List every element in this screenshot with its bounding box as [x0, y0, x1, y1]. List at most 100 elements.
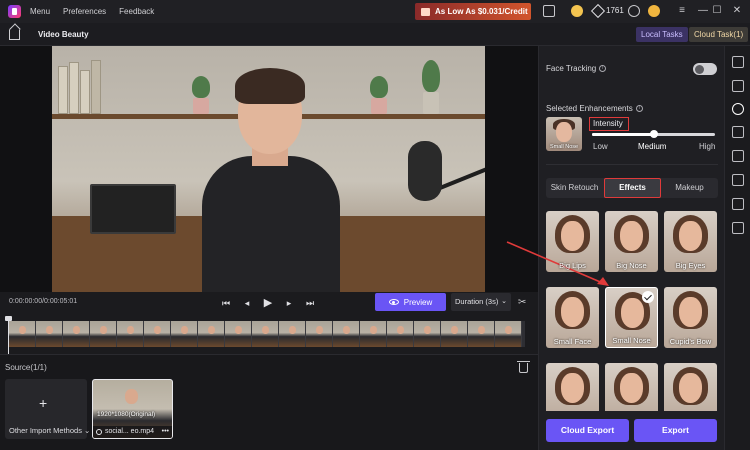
timeline-frame — [387, 321, 414, 347]
skip-start-icon[interactable]: ⏮ — [221, 298, 231, 308]
effect-face — [561, 297, 584, 327]
effect-small-face[interactable]: Small Face — [546, 287, 599, 348]
export-button[interactable]: Export — [634, 419, 717, 442]
trash-icon[interactable] — [517, 361, 530, 373]
eraser-tool-icon[interactable] — [732, 174, 744, 186]
video-tool-icon[interactable] — [732, 56, 744, 68]
page-title: Video Beauty — [38, 30, 89, 39]
tab-skin-retouch[interactable]: Skin Retouch — [546, 178, 603, 198]
timeline-frame — [333, 321, 360, 347]
timeline-frame — [36, 321, 63, 347]
info-icon[interactable]: i — [635, 105, 643, 113]
effect-face — [620, 221, 643, 251]
playhead[interactable] — [5, 316, 12, 354]
effect-big-lips[interactable]: Big Lips — [546, 211, 599, 272]
pen-tool-icon[interactable] — [732, 150, 744, 162]
tab-makeup[interactable]: Makeup — [661, 178, 718, 198]
title-bar: Menu Preferences Feedback As Low As $0.0… — [0, 0, 750, 23]
import-label: Other Import Methods ⌄ — [9, 426, 91, 435]
effect-item[interactable] — [605, 363, 658, 411]
effect-face — [621, 298, 644, 328]
source-label: Source(1/1) — [5, 363, 47, 372]
local-tasks-button[interactable]: Local Tasks — [636, 27, 688, 42]
plant-image — [190, 76, 212, 114]
effect-item[interactable] — [664, 363, 717, 411]
edit-tool-icon[interactable] — [732, 80, 744, 92]
timeline-frame — [441, 321, 468, 347]
more-icon[interactable]: ••• — [162, 426, 169, 438]
timeline-strip[interactable] — [9, 321, 525, 347]
intensity-slider[interactable] — [592, 130, 715, 138]
right-toolbar — [724, 46, 750, 450]
video-frame[interactable] — [52, 46, 485, 292]
level-low[interactable]: Low — [593, 142, 608, 151]
home-icon[interactable] — [9, 29, 20, 40]
duration-select[interactable]: Duration (3s) ⌄ — [451, 293, 511, 311]
level-medium[interactable]: Medium — [638, 142, 666, 151]
effect-item[interactable] — [546, 363, 599, 411]
timeline-frame — [225, 321, 252, 347]
add-credits-icon[interactable] — [628, 5, 640, 17]
source-clip[interactable]: 1920*1080(Original) social... eo.mp4 ••• — [92, 379, 173, 439]
face-tracking-label: Face Tracking i — [546, 64, 607, 73]
clipboard-icon[interactable] — [543, 5, 555, 17]
step-forward-icon[interactable]: ▸ — [284, 298, 294, 308]
timeline-frame — [360, 321, 387, 347]
playback-controls: 0:00:00:00/0:00:05:01 ⏮ ◂ ▶ ▸ ⏭ Preview … — [0, 292, 538, 314]
check-icon — [642, 291, 654, 303]
timeline-frame — [9, 321, 36, 347]
coin-icon[interactable] — [571, 5, 583, 17]
effect-small-nose[interactable]: Small Nose — [605, 287, 658, 348]
beauty-tool-icon[interactable] — [732, 103, 744, 115]
timeline[interactable] — [0, 314, 538, 354]
effect-cupid-s-bow[interactable]: Cupid's Bow — [664, 287, 717, 348]
maximize-button[interactable]: ☐ — [710, 4, 724, 18]
grid-tool-icon[interactable] — [732, 126, 744, 138]
effect-big-nose[interactable]: Big Nose — [605, 211, 658, 272]
selected-enhancement-thumb[interactable]: Small Nose — [546, 117, 582, 151]
close-button[interactable]: ✕ — [730, 4, 744, 18]
laptop-image — [90, 184, 176, 234]
slider-fill — [592, 133, 654, 136]
clip-resolution: 1920*1080(Original) — [97, 411, 156, 418]
source-area: Source(1/1) + Other Import Methods ⌄ 192… — [0, 354, 538, 450]
scissors-icon[interactable]: ✂ — [518, 297, 530, 309]
export-tool-icon[interactable] — [732, 222, 744, 234]
avatar[interactable] — [648, 5, 660, 17]
info-icon[interactable]: i — [599, 65, 607, 73]
menu-icon[interactable]: ≡ — [675, 4, 689, 18]
preview-button[interactable]: Preview — [375, 293, 446, 311]
plus-icon: + — [39, 395, 48, 411]
minimize-button[interactable]: — — [696, 4, 710, 18]
divider — [546, 164, 718, 165]
timeline-frame — [90, 321, 117, 347]
cloud-tasks-button[interactable]: Cloud Task(1) — [689, 27, 749, 42]
step-back-icon[interactable]: ◂ — [242, 298, 252, 308]
bookshelf-books — [58, 56, 110, 114]
crop-tool-icon[interactable] — [732, 198, 744, 210]
skip-end-icon[interactable]: ⏭ — [305, 298, 315, 308]
timeline-frame — [414, 321, 441, 347]
menu-item-feedback[interactable]: Feedback — [119, 7, 154, 16]
effect-label: Big Eyes — [675, 261, 706, 270]
menu-item-preferences[interactable]: Preferences — [63, 7, 106, 16]
chevron-down-icon: ⌄ — [501, 298, 507, 305]
sub-header: Video Beauty Local Tasks Cloud Task(1) — [0, 23, 750, 46]
mic-arm — [439, 163, 485, 190]
tab-effects[interactable]: Effects — [604, 178, 661, 198]
video-preview — [0, 46, 538, 292]
menu-item-menu[interactable]: Menu — [30, 7, 50, 16]
level-high[interactable]: High — [699, 142, 715, 151]
timeline-frame — [63, 321, 90, 347]
microphone-image — [408, 141, 442, 201]
import-button[interactable]: + Other Import Methods ⌄ — [5, 379, 91, 439]
enhancement-panel: Face Tracking i Selected Enhancements i Sm… — [538, 46, 724, 450]
effect-big-eyes[interactable]: Big Eyes — [664, 211, 717, 272]
clip-name-bar: social... eo.mp4 ••• — [93, 426, 172, 438]
diamond-icon — [590, 3, 606, 19]
cloud-export-button[interactable]: Cloud Export — [546, 419, 629, 442]
promo-banner[interactable]: As Low As $0.031/Credit — [415, 3, 531, 20]
play-icon[interactable]: ▶ — [263, 298, 273, 309]
face-tracking-toggle[interactable] — [693, 63, 717, 75]
slider-handle[interactable] — [649, 130, 658, 138]
